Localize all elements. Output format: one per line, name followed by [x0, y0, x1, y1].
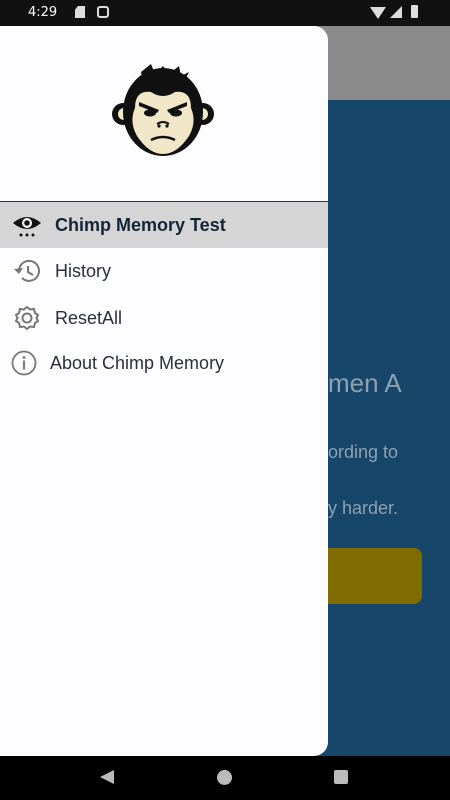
wifi-icon [370, 7, 386, 19]
chimp-face-icon [112, 64, 214, 156]
home-icon[interactable] [217, 770, 232, 785]
info-icon [11, 350, 37, 376]
menu-item-label: Chimp Memory Test [55, 215, 226, 235]
background-text-line-2: y harder. [328, 498, 399, 518]
background-title: men A [328, 368, 402, 398]
notification-icon [97, 6, 109, 18]
menu-item-about[interactable]: About Chimp Memory [0, 340, 328, 386]
eye-icon [13, 217, 41, 237]
status-bar: 4:29 [0, 0, 450, 26]
menu-item-label: ResetAll [55, 308, 123, 328]
background-text-line-1: ording to [328, 442, 399, 462]
menu-item-chimp-memory-test[interactable]: Chimp Memory Test [0, 202, 328, 248]
menu-item-history[interactable]: History [0, 248, 328, 294]
battery-icon [411, 5, 418, 18]
gear-icon [14, 305, 40, 331]
history-icon [14, 259, 40, 282]
menu-item-label: About Chimp Memory [50, 353, 225, 373]
back-icon[interactable] [100, 770, 114, 784]
drawer-header [0, 26, 328, 202]
recent-apps-icon[interactable] [334, 770, 348, 784]
sd-card-icon [75, 6, 85, 18]
status-time: 4:29 [28, 5, 58, 20]
system-navigation-bar [0, 756, 450, 800]
menu-item-resetall[interactable]: ResetAll [0, 295, 328, 341]
signal-icon [390, 6, 402, 18]
navigation-drawer: Chimp Memory Test History ResetAll About… [0, 26, 328, 756]
menu-item-label: History [55, 261, 112, 281]
